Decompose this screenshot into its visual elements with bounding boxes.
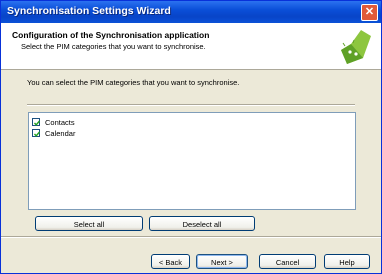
checkmark-icon bbox=[33, 131, 41, 137]
header-title: Configuration of the Synchronisation app… bbox=[12, 30, 210, 40]
next-button[interactable]: Next > bbox=[196, 254, 248, 269]
close-icon: ✕ bbox=[364, 6, 375, 18]
wizard-header: Configuration of the Synchronisation app… bbox=[1, 23, 381, 70]
close-button[interactable]: ✕ bbox=[361, 4, 378, 21]
header-subtitle: Select the PIM categories that you want … bbox=[21, 42, 206, 51]
calendar-checkbox[interactable] bbox=[32, 129, 41, 137]
contacts-checkbox[interactable] bbox=[32, 118, 41, 126]
cancel-button[interactable]: Cancel bbox=[259, 254, 316, 269]
checkmark-icon bbox=[33, 120, 41, 126]
pim-category-list[interactable]: Contacts Calendar bbox=[28, 112, 356, 210]
window-title: Synchronisation Settings Wizard bbox=[7, 5, 171, 17]
help-button[interactable]: Help bbox=[324, 254, 370, 269]
back-button[interactable]: < Back bbox=[151, 254, 190, 269]
calendar-label: Calendar bbox=[45, 129, 76, 138]
select-all-button[interactable]: Select all bbox=[35, 216, 143, 231]
contacts-label: Contacts bbox=[45, 118, 75, 127]
wizard-window: Synchronisation Settings Wizard ✕ Config… bbox=[0, 0, 382, 274]
deselect-all-button[interactable]: Deselect all bbox=[149, 216, 255, 231]
separator bbox=[27, 104, 355, 106]
title-bar[interactable]: Synchronisation Settings Wizard ✕ bbox=[1, 1, 381, 23]
instruction-text: You can select the PIM categories that y… bbox=[27, 78, 240, 87]
android-logo-icon bbox=[341, 30, 371, 64]
footer-separator bbox=[1, 236, 381, 238]
